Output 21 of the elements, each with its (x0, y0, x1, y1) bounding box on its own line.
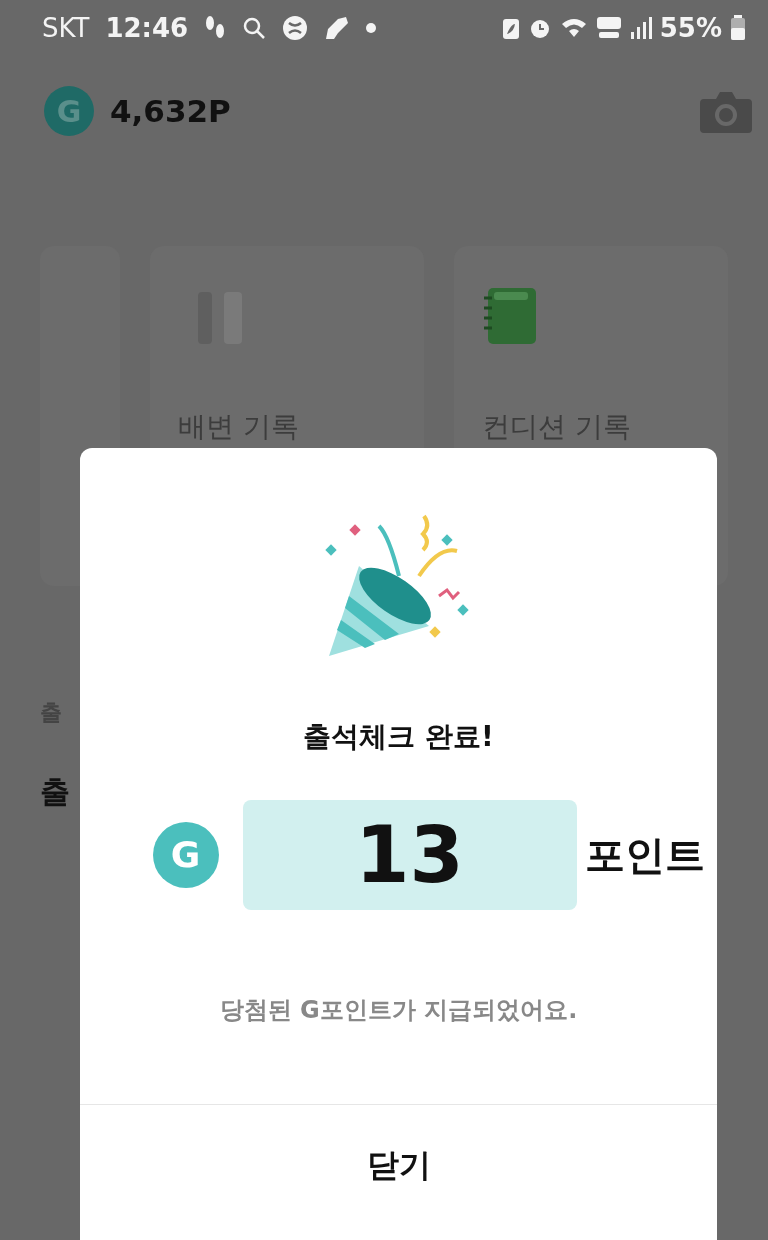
close-button[interactable]: 닫기 (80, 1104, 717, 1240)
battery-saver-icon (501, 16, 520, 40)
carrier-label: SKT (42, 11, 90, 45)
battery-percent: 55% (659, 11, 722, 45)
dialog-title: 출석체크 완료! (303, 719, 494, 755)
dot-icon (366, 23, 377, 33)
point-logo: G (44, 86, 94, 136)
signal-icon (629, 16, 652, 40)
points-balance: 4,632P (110, 91, 231, 131)
dialog-message: 당첨된 G포인트가 지급되었어요. (219, 995, 578, 1026)
battery-icon (730, 15, 746, 41)
point-logo: G (152, 822, 219, 888)
points-amount: 13 (242, 800, 577, 910)
clock-text: 12:46 (105, 11, 189, 45)
footsteps-icon (204, 15, 227, 41)
hd-voice-icon (595, 16, 622, 40)
points-unit: 포인트 (584, 831, 705, 880)
camera-icon (700, 89, 752, 133)
notebook-icon (482, 286, 538, 346)
section-heading: 출 (40, 773, 71, 811)
search-icon (242, 16, 267, 40)
